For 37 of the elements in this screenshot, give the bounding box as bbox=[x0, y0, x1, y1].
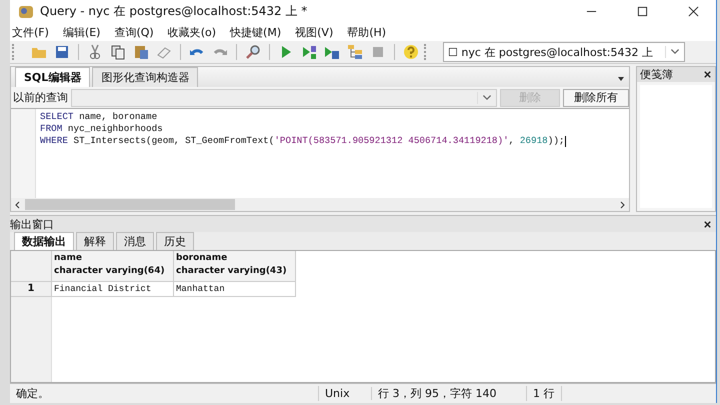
output-tab[interactable]: 消息 bbox=[116, 232, 154, 250]
menu-item[interactable]: 文件(F) bbox=[12, 24, 49, 40]
column-header[interactable]: boroname character varying(43) bbox=[174, 251, 296, 282]
output-tab[interactable]: 数据输出 bbox=[14, 232, 74, 250]
menu-item[interactable]: 编辑(E) bbox=[62, 24, 100, 40]
close-icon[interactable] bbox=[703, 70, 712, 79]
status-text: 确定。 bbox=[10, 386, 319, 401]
play-save-icon[interactable] bbox=[322, 44, 342, 60]
previous-queries-label: 以前的查询 bbox=[12, 90, 68, 105]
menu-item[interactable]: 快捷键(M) bbox=[230, 24, 282, 40]
sql-editor[interactable]: SELECT name, boroname FROM nyc_neighborhoods WHERE ST_Intersects(geom, ST_GeomFromText('POINT(583571.905921312 4506714.34119218)', 26918)); bbox=[11, 108, 629, 198]
menu-item[interactable]: 帮助(H) bbox=[347, 24, 386, 40]
code-line: SELECT name, boroname bbox=[40, 111, 158, 123]
output-tab[interactable]: 历史 bbox=[156, 232, 194, 250]
status-text: Unix bbox=[319, 387, 372, 400]
editor-tab[interactable]: SQL编辑器 bbox=[15, 67, 90, 87]
code-line: FROM nyc_neighborhoods bbox=[40, 123, 164, 135]
status-text: 1 行 bbox=[527, 386, 562, 401]
query-history-button[interactable]: 删除所有 bbox=[563, 88, 629, 106]
close-icon[interactable] bbox=[703, 220, 712, 228]
editor-tab[interactable]: 图形化查询构造器 bbox=[92, 67, 198, 87]
code-line: WHERE ST_Intersects(geom, ST_GeomFromText('POINT(583571.905921312 4506714.34119218)', 26918)); bbox=[40, 135, 566, 147]
help-icon[interactable] bbox=[401, 44, 421, 60]
tree-icon[interactable] bbox=[345, 44, 365, 60]
panel-title: 输出窗口 bbox=[10, 216, 54, 232]
column-header[interactable]: name character varying(64) bbox=[52, 251, 174, 282]
menu-item[interactable]: 收藏夹(o) bbox=[168, 24, 216, 40]
table-cell: Financial District bbox=[52, 282, 174, 297]
connection-dropdown[interactable]: ☐ nyc 在 postgres@localhost:5432 上 bbox=[443, 42, 685, 62]
output-tab[interactable]: 解释 bbox=[76, 232, 114, 250]
menu-item[interactable]: 查询(Q) bbox=[114, 24, 154, 40]
table-cell: Manhattan bbox=[174, 282, 296, 297]
menu-item[interactable]: 视图(V) bbox=[295, 24, 334, 40]
panel-title: 便笺簿 bbox=[640, 67, 673, 82]
row-number: 1 bbox=[11, 282, 52, 297]
status-text: 行 3，列 95，字符 140 bbox=[372, 386, 527, 401]
window-title: Query - nyc 在 postgres@localhost:5432 上 * bbox=[40, 3, 308, 20]
